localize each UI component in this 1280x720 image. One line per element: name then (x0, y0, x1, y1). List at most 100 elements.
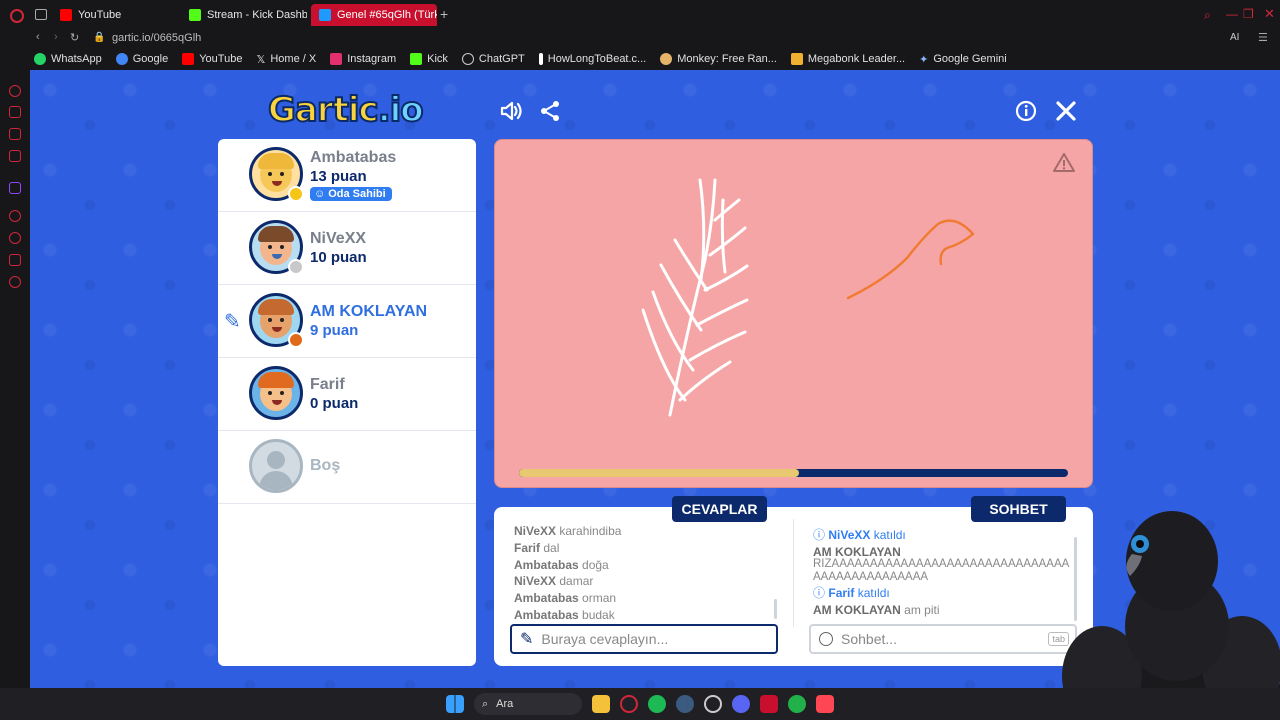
valorant-icon[interactable] (816, 695, 834, 713)
chat-input[interactable]: Sohbet... tab (809, 624, 1077, 654)
info-icon: ⓘ (813, 586, 826, 600)
status-dot (288, 186, 304, 202)
bookmark-instagram[interactable]: Instagram (330, 53, 396, 65)
share-icon[interactable] (537, 98, 563, 124)
youtube-icon (182, 53, 195, 65)
answers-chat-panel: CEVAPLAR SOHBET NiVeXX karahindiba Farif… (494, 496, 1093, 666)
close-window-button[interactable]: ✕ (1264, 6, 1275, 22)
steam-icon[interactable] (676, 695, 694, 713)
spotify-icon[interactable] (648, 695, 666, 713)
aria-ai-icon[interactable]: AI (1230, 32, 1239, 43)
status-dot (288, 332, 304, 348)
bookmark-whatsapp[interactable]: WhatsApp (34, 53, 102, 65)
info-icon[interactable] (1013, 98, 1039, 124)
whatsapp-icon (34, 53, 46, 65)
file-explorer-icon[interactable] (592, 695, 610, 713)
bookmark-gemini[interactable]: ✦ Google Gemini (919, 53, 1007, 66)
list-item: NiVeXX damar (514, 574, 594, 589)
tab-answers[interactable]: CEVAPLAR (672, 496, 767, 522)
shopping-icon[interactable] (9, 106, 21, 118)
address-bar: ‹ › ↻ 🔒 gartic.io/0665qGlh ☰ AI (0, 30, 1280, 48)
workspaces-icon[interactable] (35, 9, 47, 20)
drawing-canvas[interactable] (494, 139, 1093, 488)
bookmark-megabonk[interactable]: Megabonk Leader... (790, 53, 905, 65)
windows-start-icon[interactable] (446, 695, 464, 713)
answers-scrollbar[interactable] (774, 599, 777, 619)
tab-kick-dashboard[interactable]: Stream - Kick Dashboard (181, 4, 307, 26)
bookmark-kick[interactable]: Kick (410, 53, 448, 65)
chat-list: ⓘ NiVeXX katıldı AM KOKLAYAN RIZAAAAAAAAA… (813, 529, 1073, 616)
chatgpt-icon (461, 53, 474, 65)
howlongtobeat-icon (538, 53, 543, 65)
player-name: Ambatabas (310, 149, 397, 166)
round-timer-fill (519, 469, 799, 477)
back-icon[interactable]: ‹ (36, 31, 40, 43)
answers-list: NiVeXX karahindiba Farif dal Ambatabas d… (514, 523, 764, 624)
tab-gartic[interactable]: Genel #65qGlh (Türkçe) - (311, 4, 437, 26)
new-tab-button[interactable]: + (440, 7, 452, 21)
avatar (249, 439, 303, 493)
forward-icon[interactable]: › (54, 31, 58, 43)
settings-icon[interactable] (9, 276, 21, 288)
empty-slot[interactable]: Boş (218, 431, 476, 504)
x-icon: 𝕏 (256, 53, 266, 66)
mail-icon[interactable] (9, 150, 21, 162)
video-app-icon[interactable] (760, 695, 778, 713)
taskbar-search[interactable]: ⌕ Ara (474, 693, 582, 715)
search-tabs-icon[interactable]: ⌕ (1204, 8, 1211, 23)
list-item: Ambatabas orman (514, 591, 617, 606)
url-text[interactable]: gartic.io/0665qGlh (112, 32, 201, 44)
room-owner-badge: ☺ Oda Sahibi (310, 187, 392, 201)
list-item: Ambatabas budak (514, 607, 615, 622)
chat-message: AM KOKLAYAN am piti (813, 602, 940, 617)
chrome-icon[interactable] (704, 695, 722, 713)
player-icon[interactable] (9, 210, 21, 222)
aria-icon[interactable] (9, 85, 21, 97)
sound-icon[interactable] (498, 98, 524, 124)
bookmark-monkeytype[interactable]: Monkey: Free Ran... (660, 53, 777, 65)
bookmark-google[interactable]: Google (115, 53, 168, 65)
maximize-button[interactable]: ❐ (1243, 7, 1254, 21)
minimize-button[interactable]: — (1226, 7, 1238, 21)
player-score: 9 puan (310, 322, 359, 339)
game-app-icon[interactable] (788, 695, 806, 713)
chat-bubble-icon (819, 632, 833, 646)
answer-input[interactable]: ✎ Buraya cevaplayın... (510, 624, 778, 654)
opera-taskbar-icon[interactable] (620, 695, 638, 713)
history-icon[interactable] (9, 232, 21, 244)
kick-icon (189, 9, 201, 21)
gartic-logo[interactable]: Gartic.io (267, 89, 425, 131)
bookmark-youtube[interactable]: YouTube (182, 53, 242, 65)
list-item: Farif dal (514, 540, 560, 555)
extensions-icon[interactable] (9, 254, 21, 266)
messenger-icon[interactable] (9, 128, 21, 140)
tab-chat[interactable]: SOHBET (971, 496, 1066, 522)
player-name: AM KOKLAYAN (310, 303, 428, 320)
discord-icon[interactable] (732, 695, 750, 713)
megabonk-icon (790, 53, 803, 65)
youtube-icon (60, 9, 72, 21)
player-row[interactable]: Farif 0 puan (218, 358, 476, 431)
twitch-icon[interactable] (9, 182, 21, 194)
bookmarks-bar: WhatsApp Google YouTube 𝕏 Home / X Instag… (0, 48, 1280, 70)
opera-logo-icon[interactable] (10, 9, 24, 23)
browser-sidebar (0, 70, 30, 688)
bookmark-howlongtobeat[interactable]: HowLongToBeat.c... (538, 53, 646, 65)
reload-icon[interactable]: ↻ (70, 31, 79, 44)
bookmark-chatgpt[interactable]: ChatGPT (461, 53, 525, 65)
player-name: NiVeXX (310, 230, 367, 247)
players-panel: Ambatabas 13 puan ☺ Oda Sahibi NiVeXX 10 … (218, 139, 476, 666)
status-dot (288, 259, 304, 275)
chat-placeholder: Sohbet... (841, 631, 898, 647)
kick-icon (410, 53, 423, 65)
answer-placeholder: Buraya cevaplayın... (541, 631, 669, 647)
player-row[interactable]: NiVeXX 10 puan (218, 212, 476, 285)
tab-youtube[interactable]: YouTube (52, 4, 177, 26)
close-icon[interactable] (1053, 98, 1079, 124)
easy-setup-icon[interactable]: ☰ (1258, 31, 1268, 44)
player-row[interactable]: Ambatabas 13 puan ☺ Oda Sahibi (218, 139, 476, 212)
search-icon: ⌕ (482, 697, 489, 710)
info-icon: ⓘ (813, 528, 826, 542)
bookmark-x[interactable]: 𝕏 Home / X (256, 53, 316, 66)
player-row[interactable]: ✎ AM KOKLAYAN 9 puan (218, 285, 476, 358)
